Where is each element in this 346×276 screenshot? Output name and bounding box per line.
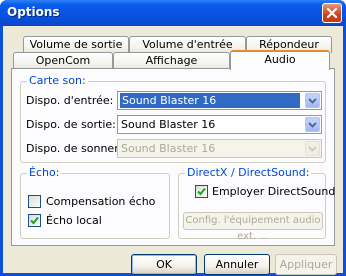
echo-legend: Écho:: [27, 166, 62, 179]
tab-audio[interactable]: Audio: [230, 50, 330, 70]
output-device-value: Sound Blaster 16: [121, 118, 216, 131]
check-icon: [30, 216, 39, 225]
tab-volume-sortie[interactable]: Volume de sortie: [23, 36, 129, 53]
config-audio-ext-button[interactable]: Config. l'équipement audio ext. ...: [183, 212, 323, 242]
chevron-down-icon[interactable]: [305, 141, 320, 156]
ring-device-value: Sound Blaster 16: [121, 142, 216, 155]
close-button[interactable]: [322, 3, 342, 23]
input-device-select[interactable]: Sound Blaster 16: [117, 91, 322, 110]
sound-card-group: Carte son: Dispo. d'entrée: Sound Blaste…: [20, 74, 326, 163]
window-title: Options: [7, 5, 60, 19]
echo-compensation-label[interactable]: Compensation écho: [46, 195, 155, 208]
echo-local-label[interactable]: Écho local: [46, 214, 102, 227]
input-device-label: Dispo. d'entrée:: [26, 94, 114, 107]
options-dialog: Options Volume de sortie Volume d'entrée…: [0, 0, 346, 276]
echo-local-checkbox[interactable]: [28, 214, 41, 227]
use-directsound-label[interactable]: Employer DirectSound: [212, 185, 335, 198]
title-bar[interactable]: Options: [0, 0, 346, 26]
output-device-select[interactable]: Sound Blaster 16: [117, 115, 322, 134]
output-device-label: Dispo. de sortie:: [26, 118, 116, 131]
tab-volume-entree[interactable]: Volume d'entrée: [129, 36, 246, 53]
audio-panel: Carte son: Dispo. d'entrée: Sound Blaste…: [11, 68, 335, 246]
apply-button[interactable]: Appliquer: [275, 254, 337, 275]
directx-group: DirectX / DirectSound: Employer DirectSo…: [178, 166, 335, 242]
echo-compensation-checkbox[interactable]: [28, 195, 41, 208]
ok-button[interactable]: OK: [131, 254, 197, 275]
ring-device-select[interactable]: Sound Blaster 16: [117, 139, 322, 158]
ring-device-label: Dispo. de sonner:: [26, 142, 123, 155]
tab-affichage[interactable]: Affichage: [113, 52, 230, 69]
cancel-button[interactable]: Annuler: [204, 254, 270, 275]
use-directsound-checkbox[interactable]: [195, 185, 208, 198]
close-icon: [326, 7, 338, 19]
check-icon: [197, 187, 206, 196]
dialog-body: Volume de sortie Volume d'entrée Réponde…: [3, 26, 343, 275]
echo-group: Écho: Compensation écho Écho local: [20, 166, 170, 239]
input-device-value: Sound Blaster 16: [120, 93, 300, 108]
sound-card-legend: Carte son:: [27, 74, 88, 87]
chevron-down-icon[interactable]: [305, 93, 320, 108]
directx-legend: DirectX / DirectSound:: [185, 166, 312, 179]
chevron-down-icon[interactable]: [305, 117, 320, 132]
tab-opencom[interactable]: OpenCom: [13, 52, 113, 69]
